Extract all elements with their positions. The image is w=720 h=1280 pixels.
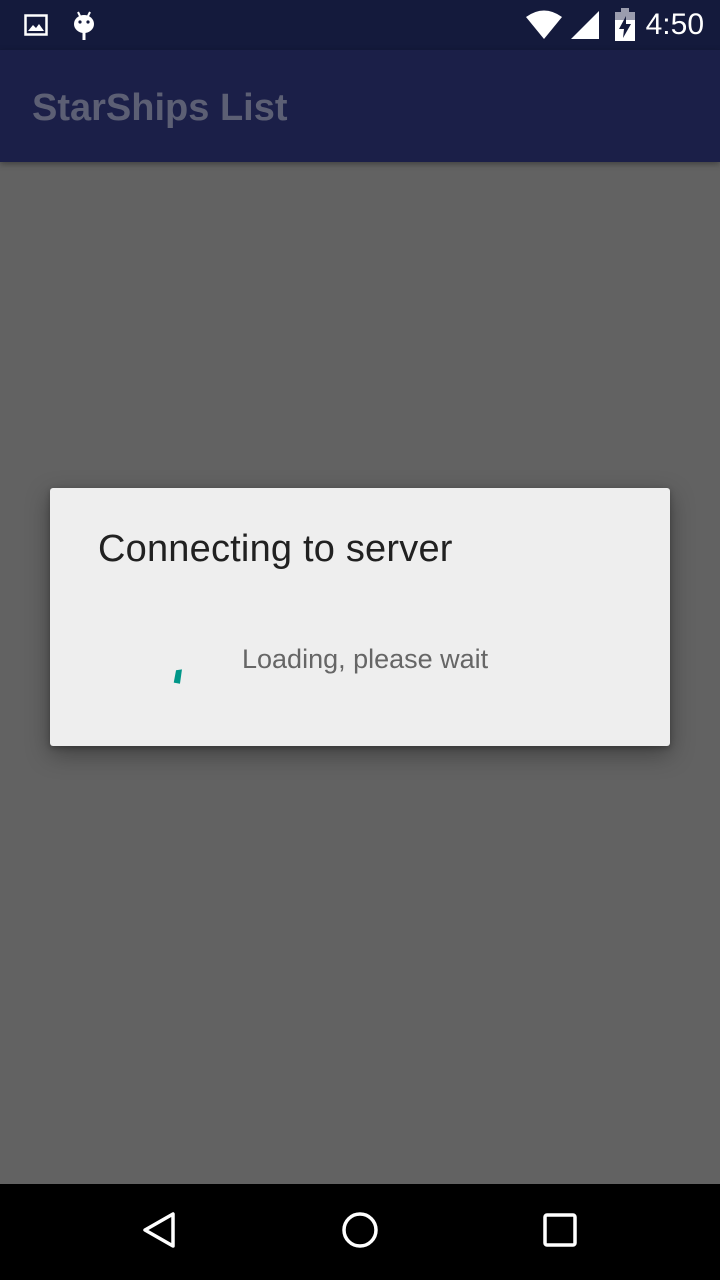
status-time: 4:50 xyxy=(645,8,704,41)
dialog-title: Connecting to server xyxy=(98,528,453,570)
dialog-message: Loading, please wait xyxy=(242,644,489,674)
recents-button[interactable] xyxy=(512,1184,608,1280)
back-icon xyxy=(140,1210,180,1254)
app-title: StarShips List xyxy=(32,87,288,129)
navigation-bar xyxy=(0,1184,720,1280)
loading-spinner-icon xyxy=(156,648,204,696)
wifi-icon xyxy=(524,0,564,50)
image-notification-icon xyxy=(22,0,50,50)
app-bar: StarShips List xyxy=(0,50,720,162)
home-button[interactable] xyxy=(312,1184,408,1280)
back-button[interactable] xyxy=(112,1184,208,1280)
battery-charging-icon xyxy=(612,0,638,50)
recents-icon xyxy=(542,1212,578,1252)
screen: 4:50 StarShips List Connecting to server… xyxy=(0,0,720,1280)
home-icon xyxy=(340,1210,380,1254)
progress-dialog: Connecting to server Loading, please wai… xyxy=(50,488,670,746)
android-debug-icon xyxy=(70,0,98,50)
cell-signal-icon xyxy=(568,0,602,50)
status-bar: 4:50 xyxy=(0,0,720,50)
